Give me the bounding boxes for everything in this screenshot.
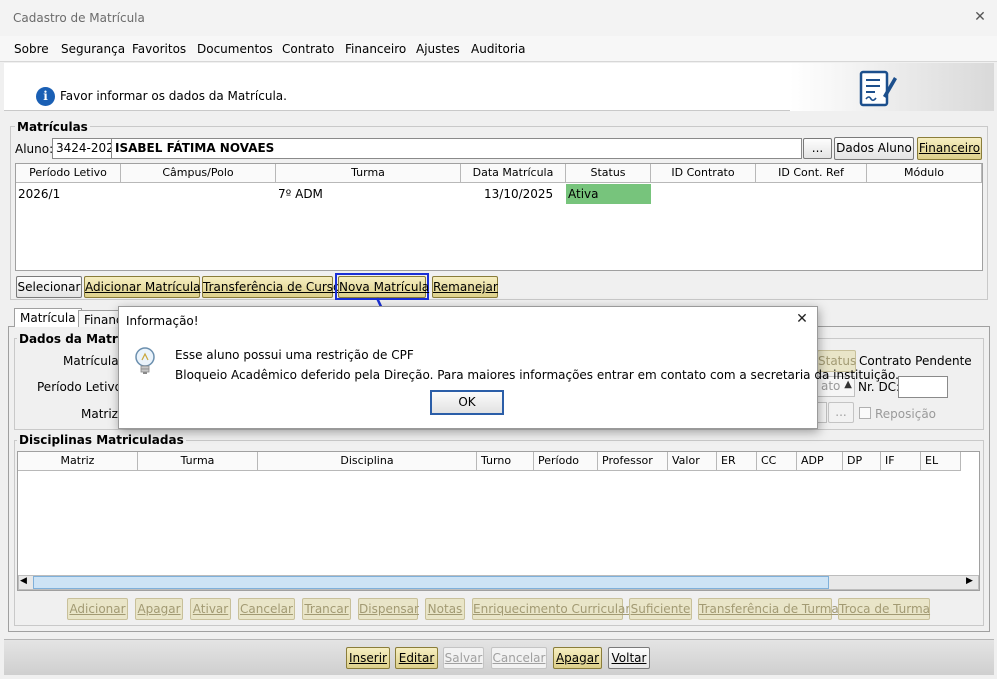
matriz-label: Matriz: <box>81 407 123 421</box>
salvar-button[interactable]: Salvar <box>443 647 484 669</box>
disciplinas-grid[interactable]: Matriz Turma Disciplina Turno Período Pr… <box>17 451 980 591</box>
dados-aluno-button[interactable]: Dados Aluno <box>834 137 914 160</box>
menu-sobre[interactable]: Sobre <box>14 42 49 56</box>
menu-seguranca[interactable]: Segurança <box>61 42 125 56</box>
cancelar-button[interactable]: Cancelar <box>491 647 547 669</box>
periodo-letivo-label: Período Letivo: <box>37 380 126 394</box>
disc-notas-button[interactable]: Notas <box>425 598 465 620</box>
window-close-icon[interactable]: ✕ <box>971 8 989 26</box>
info-icon: i <box>36 87 55 106</box>
contrato-pendente-label: Contrato Pendente <box>859 354 972 368</box>
disc-troca-turma-button[interactable]: Troca de Turma <box>838 598 930 620</box>
menu-contrato[interactable]: Contrato <box>282 42 334 56</box>
matriz-field-edge[interactable] <box>817 402 827 423</box>
col-periodo[interactable]: Período Letivo <box>16 164 121 183</box>
nova-matricula-button[interactable]: Nova Matrícula <box>338 276 429 298</box>
table-row-turma[interactable]: 7º ADM <box>278 184 323 204</box>
editar-button[interactable]: Editar <box>395 647 438 669</box>
nr-dc-label: Nr. DC: <box>858 380 901 394</box>
menu-ajustes[interactable]: Ajustes <box>416 42 460 56</box>
matriculas-group-label: Matrículas <box>15 120 90 134</box>
menu-documentos[interactable]: Documentos <box>197 42 273 56</box>
table-row-periodo[interactable]: 2026/1 <box>18 184 60 204</box>
menu-favoritos[interactable]: Favoritos <box>132 42 186 56</box>
window-title: Cadastro de Matrícula <box>13 11 145 25</box>
lightbulb-icon <box>135 347 155 374</box>
disc-cancelar-button[interactable]: Cancelar <box>238 598 295 620</box>
nr-dc-field[interactable] <box>898 376 948 398</box>
matriz-search-button[interactable]: ... <box>828 402 854 423</box>
apagar-button[interactable]: Apagar <box>553 647 602 669</box>
dcol-turno[interactable]: Turno <box>477 452 534 471</box>
dcol-adp[interactable]: ADP <box>797 452 843 471</box>
disc-ativar-button[interactable]: Ativar <box>190 598 231 620</box>
disc-apagar-button[interactable]: Apagar <box>135 598 183 620</box>
menubar: Sobre Segurança Favoritos Documentos Con… <box>0 36 997 62</box>
dcol-dp[interactable]: DP <box>843 452 881 471</box>
col-campus[interactable]: Câmpus/Polo <box>121 164 276 183</box>
window-titlebar <box>0 0 997 36</box>
dcol-periodo[interactable]: Período <box>534 452 598 471</box>
scrollbar-thumb[interactable] <box>33 576 829 589</box>
disc-enriquecimento-button[interactable]: Enriquecimento Curricular <box>472 598 630 620</box>
dcol-disciplina[interactable]: Disciplina <box>258 452 477 471</box>
col-data[interactable]: Data Matrícula <box>461 164 566 183</box>
disc-adicionar-button[interactable]: Adicionar <box>67 598 128 620</box>
dialog-message-line1: Esse aluno possui uma restrição de CPF <box>175 348 414 362</box>
dcol-turma[interactable]: Turma <box>138 452 258 471</box>
tab-matricula[interactable]: Matrícula <box>14 308 82 327</box>
dialog-title: Informação! <box>126 314 199 328</box>
table-row-data[interactable]: 13/10/2025 <box>484 184 553 204</box>
dcol-er[interactable]: ER <box>717 452 757 471</box>
col-status[interactable]: Status <box>566 164 651 183</box>
col-turma[interactable]: Turma <box>276 164 461 183</box>
col-id-cont-ref[interactable]: ID Cont. Ref <box>756 164 867 183</box>
dialog-message-line2: Bloqueio Acadêmico deferido pela Direção… <box>175 368 899 382</box>
dcol-matriz[interactable]: Matriz <box>18 452 138 471</box>
disc-suficiente-button[interactable]: Suficiente <box>629 598 692 620</box>
remanejar-button[interactable]: Remanejar <box>432 276 498 298</box>
disc-dispensar-button[interactable]: Dispensar <box>358 598 419 620</box>
header-info-text: Favor informar os dados da Matrícula. <box>60 89 287 103</box>
adicionar-matricula-button[interactable]: Adicionar Matrícula <box>84 276 201 298</box>
menu-financeiro[interactable]: Financeiro <box>345 42 406 56</box>
table-row-status[interactable]: Ativa <box>566 184 651 204</box>
menu-auditoria[interactable]: Auditoria <box>471 42 525 56</box>
aluno-search-button[interactable]: ... <box>803 138 832 159</box>
scroll-right-icon[interactable]: ▶ <box>966 576 973 586</box>
selecionar-button[interactable]: Selecionar <box>16 276 82 298</box>
dcol-cc[interactable]: CC <box>757 452 797 471</box>
reposicao-checkbox[interactable] <box>859 407 871 419</box>
document-signature-icon <box>859 70 897 107</box>
voltar-button[interactable]: Voltar <box>608 647 650 669</box>
disc-transferencia-turma-button[interactable]: Transferência de Turma <box>698 598 839 620</box>
dcol-valor[interactable]: Valor <box>668 452 717 471</box>
disc-trancar-button[interactable]: Trancar <box>302 598 351 620</box>
col-id-contrato[interactable]: ID Contrato <box>651 164 756 183</box>
aluno-name-field[interactable]: ISABEL FÁTIMA NOVAES <box>111 138 802 159</box>
scroll-left-icon[interactable]: ◀ <box>20 576 27 586</box>
transferencia-curso-button[interactable]: Transferência de Curso <box>202 276 340 298</box>
col-modulo[interactable]: Módulo <box>867 164 982 183</box>
matriculas-grid[interactable]: Período Letivo Câmpus/Polo Turma Data Ma… <box>15 163 983 271</box>
dcol-professor[interactable]: Professor <box>598 452 668 471</box>
disciplinas-group-label: Disciplinas Matriculadas <box>17 433 186 447</box>
matricula-label: Matrícula: <box>63 354 123 368</box>
dados-matricula-label: Dados da Matrícula <box>17 332 121 346</box>
aluno-code-field[interactable]: 3424-2022 <box>52 138 112 159</box>
dialog-close-icon[interactable]: ✕ <box>793 310 811 328</box>
reposicao-label: Reposição <box>875 407 937 421</box>
financeiro-button[interactable]: Financeiro <box>917 137 982 160</box>
dcol-if[interactable]: IF <box>881 452 921 471</box>
tab-financeiro[interactable]: Financeiro <box>78 310 122 327</box>
dialog-ok-button[interactable]: OK <box>430 390 504 415</box>
dcol-el[interactable]: EL <box>921 452 961 471</box>
aluno-label: Aluno: <box>15 142 54 156</box>
inserir-button[interactable]: Inserir <box>346 647 390 669</box>
